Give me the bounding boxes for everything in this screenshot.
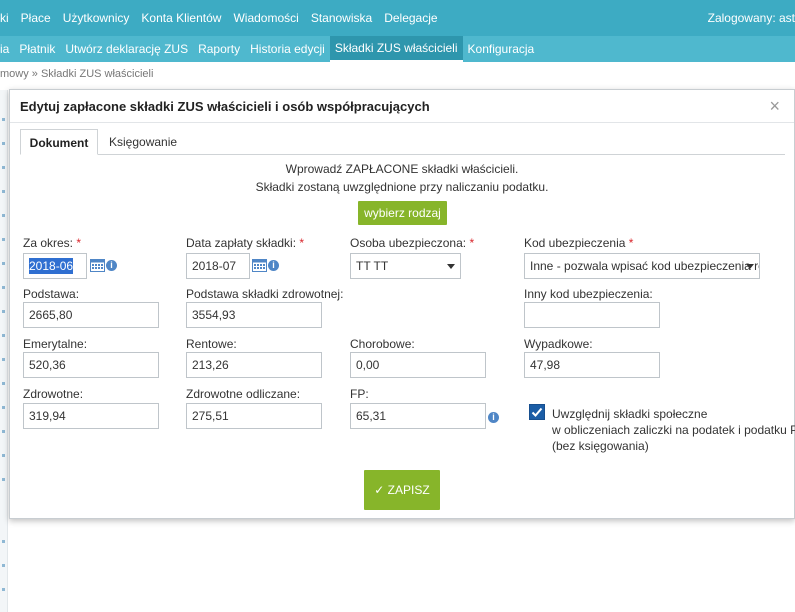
nav-item-stanowiska[interactable]: Stanowiska: [305, 11, 378, 25]
close-icon[interactable]: ×: [769, 97, 780, 115]
rentowe-label: Rentowe:: [186, 337, 237, 351]
choose-type-button[interactable]: wybierz rodzaj: [358, 201, 447, 225]
emerytalne-input[interactable]: 520,36: [23, 352, 159, 378]
data-zaplaty-input[interactable]: 2018-07: [186, 253, 250, 279]
nav-item-konta-klientow[interactable]: Konta Klientów: [135, 11, 227, 25]
nav-item-ki[interactable]: ki: [0, 11, 15, 25]
zdrowotne-odliczane-input[interactable]: 275,51: [186, 403, 322, 429]
tab-dokument[interactable]: Dokument: [20, 129, 98, 155]
rentowe-input[interactable]: 213,26: [186, 352, 322, 378]
subnav-item-ia[interactable]: ia: [0, 36, 14, 62]
nav-item-delegacje[interactable]: Delegacje: [378, 11, 443, 25]
chorobowe-input[interactable]: 0,00: [350, 352, 486, 378]
breadcrumb: mowy » Składki ZUS właścicieli: [0, 68, 154, 80]
edit-contributions-modal: Edytuj zapłacone składki ZUS właścicieli…: [9, 89, 795, 519]
nav-item-place[interactable]: Płace: [15, 11, 57, 25]
zdrowotne-input[interactable]: 319,94: [23, 403, 159, 429]
za-okres-input[interactable]: 2018-06: [23, 253, 87, 279]
calendar-icon[interactable]: [90, 258, 105, 272]
info-icon[interactable]: i: [106, 260, 117, 271]
chevron-down-icon: [746, 264, 754, 269]
sub-navigation: ia Płatnik Utwórz deklarację ZUS Raporty…: [0, 36, 795, 62]
kod-label: Kod ubezpieczenia *: [524, 236, 634, 250]
fp-label: FP:: [350, 387, 369, 401]
subnav-item-platnik[interactable]: Płatnik: [14, 36, 60, 62]
check-icon: [531, 407, 543, 417]
podstawa-zdrowotna-label: Podstawa składki zdrowotnej:: [186, 287, 344, 301]
podstawa-input[interactable]: 2665,80: [23, 302, 159, 328]
subnav-item-konfiguracja[interactable]: Konfiguracja: [463, 36, 540, 62]
logged-in-user[interactable]: Zalogowany: ast: [708, 11, 795, 25]
inny-kod-input[interactable]: [524, 302, 660, 328]
wypadkowe-label: Wypadkowe:: [524, 337, 593, 351]
include-social-contributions-label[interactable]: Uwzględnij składki społeczne w obliczeni…: [552, 406, 795, 454]
info-text-line1: Wprowadź ZAPŁACONE składki właścicieli.: [285, 162, 519, 176]
include-social-contributions-checkbox[interactable]: [529, 404, 545, 420]
calendar-icon[interactable]: [252, 258, 267, 272]
kod-select[interactable]: Inne - pozwala wpisać kod ubezpieczenia …: [524, 253, 760, 279]
info-text-line2: Składki zostaną uwzględnione przy nalicz…: [255, 180, 549, 194]
subnav-item-historia-edycji[interactable]: Historia edycji: [245, 36, 330, 62]
top-navigation: ki Płace Użytkownicy Konta Klientów Wiad…: [0, 0, 795, 36]
info-icon[interactable]: i: [488, 412, 499, 423]
chorobowe-label: Chorobowe:: [350, 337, 415, 351]
zdrowotne-label: Zdrowotne:: [23, 387, 84, 401]
wypadkowe-input[interactable]: 47,98: [524, 352, 660, 378]
modal-header: Edytuj zapłacone składki ZUS właścicieli…: [10, 90, 794, 123]
chevron-down-icon: [447, 264, 455, 269]
osoba-label: Osoba ubezpieczona: *: [350, 236, 475, 250]
nav-item-uzytkownicy[interactable]: Użytkownicy: [57, 11, 136, 25]
data-zaplaty-label: Data zapłaty składki: *: [186, 236, 305, 250]
save-button[interactable]: ✓ ZAPISZ: [364, 470, 440, 510]
osoba-select[interactable]: TT TT: [350, 253, 461, 279]
emerytalne-label: Emerytalne:: [23, 337, 88, 351]
za-okres-label: Za okres: *: [23, 236, 82, 250]
modal-tabs: Dokument Księgowanie: [20, 129, 785, 155]
modal-title: Edytuj zapłacone składki ZUS właścicieli…: [20, 99, 430, 114]
info-icon[interactable]: i: [268, 260, 279, 271]
podstawa-label: Podstawa:: [23, 287, 80, 301]
nav-item-wiadomosci[interactable]: Wiadomości: [227, 11, 304, 25]
background-page-edge: [0, 90, 8, 612]
subnav-item-utworz-deklaracje[interactable]: Utwórz deklarację ZUS: [60, 36, 193, 62]
subnav-item-skladki-zus[interactable]: Składki ZUS właścicieli: [329, 36, 463, 62]
zdrowotne-odliczane-label: Zdrowotne odliczane:: [186, 387, 301, 401]
subnav-item-raporty[interactable]: Raporty: [193, 36, 245, 62]
tab-ksiegowanie[interactable]: Księgowanie: [109, 129, 177, 155]
podstawa-zdrowotna-input[interactable]: 3554,93: [186, 302, 322, 328]
inny-kod-label: Inny kod ubezpieczenia:: [524, 287, 653, 301]
fp-input[interactable]: 65,31: [350, 403, 486, 429]
